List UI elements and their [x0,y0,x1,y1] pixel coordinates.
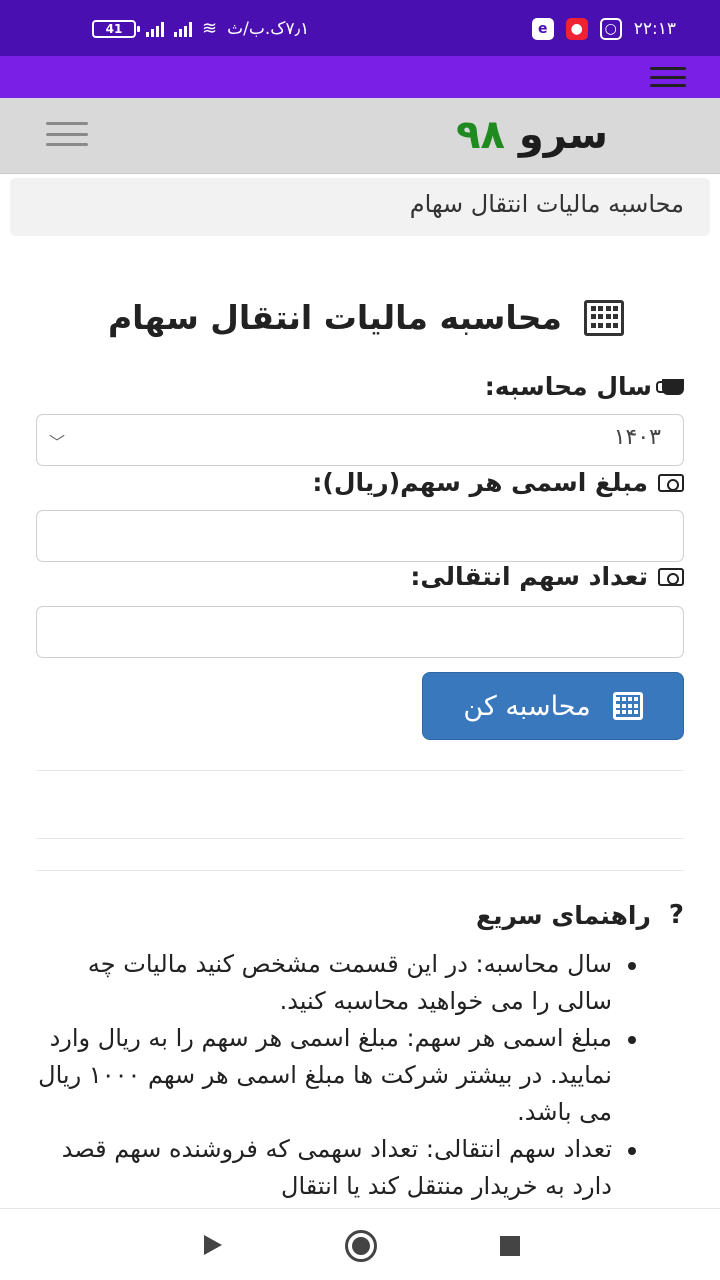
site-logo[interactable]: سرو ۹۸ [456,112,608,158]
list-item: مبلغ اسمی هر سهم: مبلغ اسمی هر سهم را به… [36,1020,684,1131]
wifi-icon: ≋ [202,18,218,39]
money-icon-2 [658,567,684,586]
recents-icon[interactable] [500,1236,520,1256]
logo-number: ۹۸ [456,112,505,158]
calculator-icon-small [612,692,643,720]
battery-icon: 41 [92,19,140,38]
year-select[interactable]: ۱۴۰۳ ﹀ [36,414,684,466]
clock: ۲۲:۱۳ [633,19,676,39]
calculate-button[interactable]: محاسبه کن [422,672,684,740]
money-icon [658,473,684,492]
guide-title: ? راهنمای سریع [476,900,684,930]
list-item: تعداد سهم انتقالی: تعداد سهمی که فروشنده… [36,1131,684,1205]
chevron-down-icon: ﹀ [49,433,66,452]
network-speed: ۷٫۱ک.ب/ث [227,18,310,39]
page-title-text: محاسبه مالیات انتقال سهام [107,298,562,337]
status-right: e ● ○ ۲۲:۱۳ [531,18,676,40]
logo-word: سرو [518,112,608,158]
site-menu-icon[interactable] [46,122,88,146]
breadcrumb: محاسبه مالیات انتقال سهام [10,178,710,236]
share-count-input[interactable] [36,606,684,658]
divider [36,838,684,839]
year-label-text: سال محاسبه: [484,372,652,401]
status-bar: 41 ≋ ۷٫۱ک.ب/ث e ● ○ ۲۲:۱۳ [0,0,720,56]
app-red-icon: ● [565,18,588,40]
home-icon[interactable] [345,1230,377,1262]
guide-title-text: راهنمای سریع [476,900,651,930]
coffee-icon [656,378,684,395]
nominal-value-input[interactable] [36,510,684,562]
site-header: سرو ۹۸ [0,98,720,174]
app-bar [0,56,720,98]
instagram-icon: ○ [599,18,622,40]
system-nav-bar [0,1208,720,1280]
calculate-button-label: محاسبه کن [463,690,591,722]
list-item: سال محاسبه: در این قسمت مشخص کنید مالیات… [36,946,684,1020]
count-label: تعداد سهم انتقالی: [410,562,684,591]
divider [36,870,684,871]
signal-icon-2 [174,21,192,37]
guide-list: سال محاسبه: در این قسمت مشخص کنید مالیات… [36,946,684,1205]
year-select-value: ۱۴۰۳ [613,425,661,450]
year-label: سال محاسبه: [485,372,684,401]
app-e-icon: e [531,18,554,40]
calculator-icon [584,299,624,336]
nominal-label-text: مبلغ اسمی هر سهم(ریال): [312,468,648,497]
question-icon: ? [668,900,684,930]
divider [36,770,684,771]
status-left: 41 ≋ ۷٫۱ک.ب/ث [92,18,309,39]
back-icon[interactable] [204,1235,222,1255]
count-label-text: تعداد سهم انتقالی: [410,562,648,591]
nominal-label: مبلغ اسمی هر سهم(ریال): [312,468,684,497]
signal-icon [146,21,164,37]
menu-icon[interactable] [650,67,686,87]
page-title: محاسبه مالیات انتقال سهام [108,298,624,337]
